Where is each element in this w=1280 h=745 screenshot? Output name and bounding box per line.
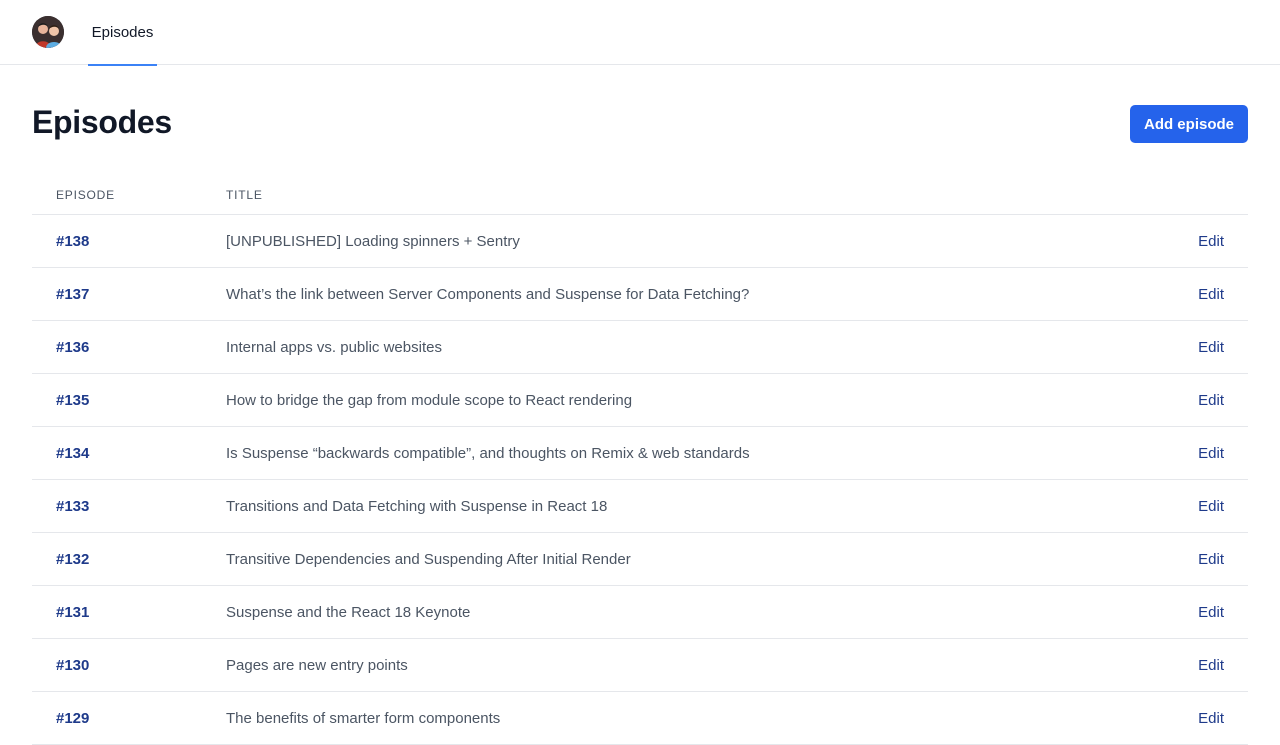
edit-link[interactable]: Edit — [1198, 533, 1224, 585]
table-row: #134 Is Suspense “backwards compatible”, … — [32, 427, 1248, 480]
table-header: EPISODE TITLE — [32, 175, 1248, 215]
episode-number-link[interactable]: #137 — [56, 268, 89, 320]
table-body: #138 [UNPUBLISHED] Loading spinners + Sen… — [32, 215, 1248, 745]
episode-title: What’s the link between Server Component… — [226, 285, 750, 303]
edit-link[interactable]: Edit — [1198, 268, 1224, 320]
episode-number-link[interactable]: #129 — [56, 692, 89, 744]
top-nav: Episodes — [0, 0, 1280, 66]
edit-link[interactable]: Edit — [1198, 480, 1224, 532]
edit-link[interactable]: Edit — [1198, 374, 1224, 426]
avatar[interactable] — [32, 16, 64, 48]
episode-number-link[interactable]: #136 — [56, 321, 89, 373]
episode-title: Suspense and the React 18 Keynote — [226, 603, 471, 621]
table-row: #132 Transitive Dependencies and Suspendi… — [32, 533, 1248, 586]
episode-title: Transitive Dependencies and Suspending A… — [226, 550, 631, 568]
episode-number-link[interactable]: #131 — [56, 586, 89, 638]
episodes-table: EPISODE TITLE #138 [UNPUBLISHED] Loading … — [32, 175, 1248, 745]
episode-title: Internal apps vs. public websites — [226, 338, 442, 356]
episode-number-link[interactable]: #133 — [56, 480, 89, 532]
episode-title: How to bridge the gap from module scope … — [226, 391, 633, 409]
edit-link[interactable]: Edit — [1198, 215, 1224, 267]
column-header-episode: EPISODE — [56, 188, 115, 202]
table-row: #135 How to bridge the gap from module sc… — [32, 374, 1248, 427]
episode-number-link[interactable]: #132 — [56, 533, 89, 585]
table-row: #138 [UNPUBLISHED] Loading spinners + Sen… — [32, 215, 1248, 268]
episode-title: Transitions and Data Fetching with Suspe… — [226, 497, 608, 515]
table-row: #136 Internal apps vs. public websites Edi… — [32, 321, 1248, 374]
column-header-title: TITLE — [226, 188, 263, 202]
episode-number-link[interactable]: #130 — [56, 639, 89, 691]
page-title: Episodes — [32, 104, 172, 140]
edit-link[interactable]: Edit — [1198, 639, 1224, 691]
episode-title: Is Suspense “backwards compatible”, and … — [226, 444, 750, 462]
edit-link[interactable]: Edit — [1198, 692, 1224, 744]
episode-number-link[interactable]: #138 — [56, 215, 89, 267]
table-row: #137 What’s the link between Server Compo… — [32, 268, 1248, 321]
episode-title: Pages are new entry points — [226, 656, 408, 674]
table-row: #129 The benefits of smarter form compone… — [32, 692, 1248, 745]
table-row: #133 Transitions and Data Fetching with S… — [32, 480, 1248, 533]
add-episode-button[interactable]: Add episode — [1130, 105, 1248, 143]
edit-link[interactable]: Edit — [1198, 586, 1224, 638]
table-row: #131 Suspense and the React 18 Keynote Edi… — [32, 586, 1248, 639]
table-row: #130 Pages are new entry points Edit — [32, 639, 1248, 692]
episode-title: The benefits of smarter form components — [226, 709, 501, 727]
edit-link[interactable]: Edit — [1198, 427, 1224, 479]
tab-episodes[interactable]: Episodes — [88, 0, 157, 66]
edit-link[interactable]: Edit — [1198, 321, 1224, 373]
episode-number-link[interactable]: #135 — [56, 374, 89, 426]
episode-title: [UNPUBLISHED] Loading spinners + Sentry — [226, 232, 520, 250]
episode-number-link[interactable]: #134 — [56, 427, 89, 479]
